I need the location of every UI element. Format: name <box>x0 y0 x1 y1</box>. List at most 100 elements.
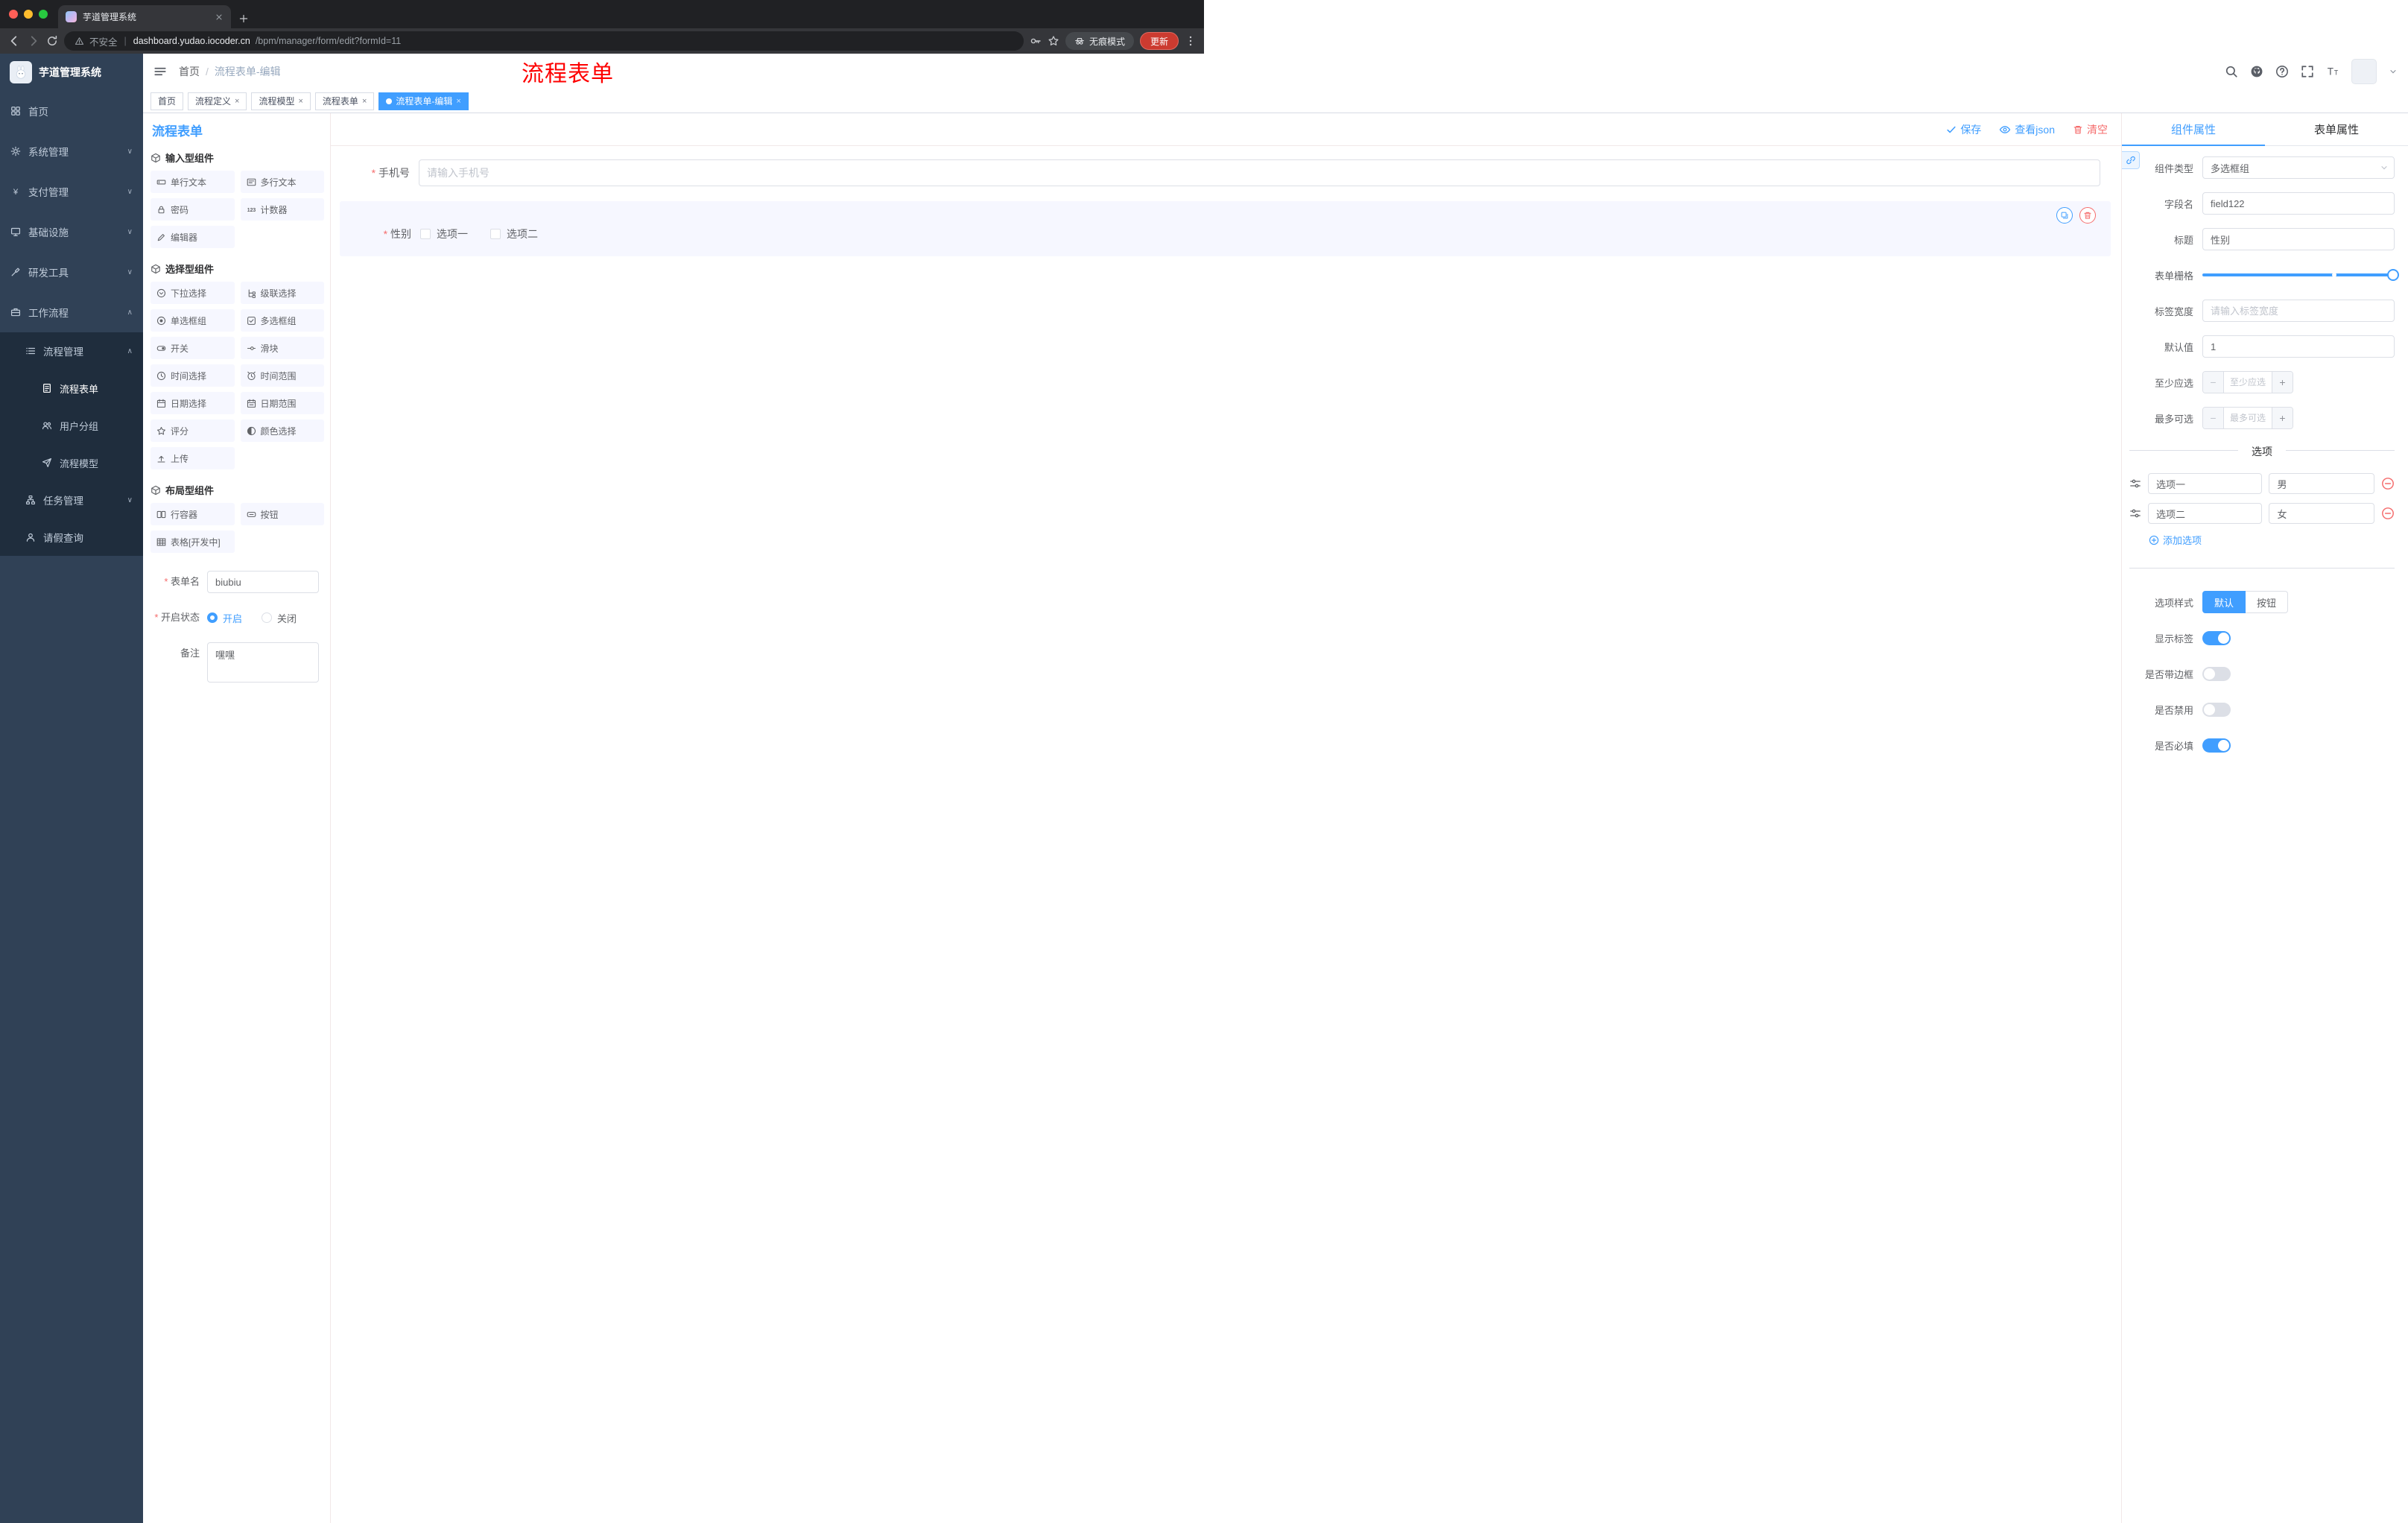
gender-checkbox-option1[interactable]: 选项一 <box>420 227 468 241</box>
sidebar-item-infrastructure[interactable]: 基础设施 ∨ <box>0 212 143 252</box>
avatar-caret-down-icon[interactable] <box>2389 67 2398 76</box>
tab-component-properties[interactable]: 组件属性 <box>2122 113 2265 146</box>
minimize-window-button[interactable] <box>24 10 33 19</box>
tag-close-icon[interactable]: × <box>235 97 239 106</box>
status-radio-on[interactable]: 开启 <box>207 611 242 625</box>
new-tab-button[interactable] <box>238 13 249 24</box>
palette-item-radio-group[interactable]: 单选框组 <box>150 309 235 332</box>
option-label-input[interactable] <box>2148 503 2263 524</box>
palette-item-password[interactable]: 密码 <box>150 198 235 221</box>
tab-process-model[interactable]: 流程模型 × <box>251 92 311 110</box>
form-canvas[interactable]: 手机号 性别 选项一 选项二 <box>331 146 2121 1523</box>
palette-item-counter[interactable]: 计数器 <box>240 198 324 221</box>
tag-close-icon[interactable]: × <box>298 97 302 106</box>
required-switch[interactable] <box>2202 738 2231 753</box>
sidebar-item-user-group[interactable]: 用户分组 <box>0 407 143 444</box>
add-option-button[interactable]: 添加选项 <box>2149 533 2395 547</box>
palette-item-button[interactable]: 按钮 <box>240 503 324 525</box>
tab-process-form[interactable]: 流程表单 × <box>314 92 375 110</box>
palette-item-select-dropdown[interactable]: 下拉选择 <box>150 282 235 304</box>
back-button[interactable] <box>7 34 21 48</box>
canvas-field-phone[interactable]: 手机号 <box>340 156 2111 189</box>
palette-item-rate[interactable]: 评分 <box>150 419 235 442</box>
disabled-switch[interactable] <box>2202 703 2231 717</box>
palette-item-editor[interactable]: 编辑器 <box>150 226 235 248</box>
form-name-input[interactable] <box>207 571 319 593</box>
gender-checkbox-option2[interactable]: 选项二 <box>490 227 538 241</box>
style-default-button[interactable]: 默认 <box>2202 591 2246 613</box>
palette-item-switch[interactable]: 开关 <box>150 337 235 359</box>
component-type-select[interactable] <box>2202 156 2395 179</box>
palette-item-date-picker[interactable]: 日期选择 <box>150 392 235 414</box>
palette-item-time-picker[interactable]: 时间选择 <box>150 364 235 387</box>
palette-item-table[interactable]: 表格[开发中] <box>150 531 235 553</box>
palette-item-upload[interactable]: 上传 <box>150 447 235 469</box>
palette-item-date-range[interactable]: 日期范围 <box>240 392 324 414</box>
fullscreen-icon[interactable] <box>2301 65 2314 78</box>
tag-close-icon[interactable]: × <box>456 97 460 106</box>
clear-button[interactable]: 清空 <box>2073 122 2108 137</box>
increase-button[interactable]: + <box>2272 408 2293 428</box>
phone-input[interactable] <box>419 159 2100 186</box>
user-avatar[interactable] <box>2351 59 2377 84</box>
palette-item-row-container[interactable]: 行容器 <box>150 503 235 525</box>
option-value-input[interactable] <box>2269 503 2374 524</box>
update-button[interactable]: 更新 <box>1139 32 1179 50</box>
style-button-button[interactable]: 按钮 <box>2246 591 2289 613</box>
increase-button[interactable]: + <box>2272 372 2293 393</box>
remark-textarea[interactable]: 嘿嘿 <box>207 642 319 683</box>
status-radio-off[interactable]: 关闭 <box>262 611 297 625</box>
drag-handle-icon[interactable] <box>2129 478 2141 490</box>
tab-process-form-edit[interactable]: 流程表单-编辑 × <box>378 92 469 110</box>
component-type-value[interactable] <box>2202 156 2395 179</box>
sidebar-item-process-form[interactable]: 流程表单 <box>0 370 143 407</box>
tab-process-definition[interactable]: 流程定义 × <box>188 92 247 110</box>
sidebar-item-payment-management[interactable]: 支付管理 ∨ <box>0 171 143 212</box>
field-name-input[interactable] <box>2202 192 2395 215</box>
browser-tab[interactable]: 芋道管理系统 <box>58 5 231 28</box>
bookmark-star-icon[interactable] <box>1048 35 1059 47</box>
sidebar-item-task-management[interactable]: 任务管理 ∨ <box>0 481 143 519</box>
palette-item-time-range[interactable]: 时间范围 <box>240 364 324 387</box>
tab-close-icon[interactable] <box>215 13 224 22</box>
sidebar-item-process-management[interactable]: 流程管理 ∧ <box>0 332 143 370</box>
hamburger-menu-icon[interactable] <box>153 65 167 78</box>
key-icon[interactable] <box>1030 35 1042 47</box>
form-grid-slider[interactable] <box>2202 269 2399 281</box>
palette-item-single-line-text[interactable]: 单行文本 <box>150 171 235 193</box>
palette-item-slider[interactable]: 滑块 <box>240 337 324 359</box>
sidebar-item-process-model[interactable]: 流程模型 <box>0 444 143 481</box>
drag-handle-icon[interactable] <box>2129 507 2141 519</box>
sidebar-item-home[interactable]: 首页 <box>0 91 143 131</box>
max-select-input[interactable] <box>2224 408 2272 428</box>
option-value-input[interactable] <box>2269 473 2374 494</box>
label-width-input[interactable] <box>2202 300 2395 322</box>
title-input[interactable] <box>2202 228 2395 250</box>
sidebar-item-system-management[interactable]: 系统管理 ∨ <box>0 131 143 171</box>
sidebar-item-leave-query[interactable]: 请假查询 <box>0 519 143 556</box>
remove-option-button[interactable] <box>2381 507 2395 520</box>
reload-button[interactable] <box>46 35 58 47</box>
delete-component-button[interactable] <box>2079 207 2096 224</box>
min-select-input[interactable] <box>2224 372 2272 393</box>
option-label-input[interactable] <box>2148 473 2263 494</box>
github-icon[interactable] <box>2250 65 2263 78</box>
slider-handle[interactable] <box>2387 269 2399 281</box>
show-label-switch[interactable] <box>2202 631 2231 645</box>
address-bar[interactable]: 不安全 | dashboard.yudao.iocoder.cn/bpm/man… <box>64 31 1024 51</box>
palette-item-multiline-text[interactable]: 多行文本 <box>240 171 324 193</box>
border-switch[interactable] <box>2202 667 2231 681</box>
doc-link-button[interactable] <box>2122 151 2140 169</box>
browser-menu-button[interactable] <box>1185 35 1197 47</box>
remove-option-button[interactable] <box>2381 477 2395 490</box>
canvas-field-gender-selected[interactable]: 性别 选项一 选项二 <box>340 201 2111 256</box>
sidebar-item-workflow[interactable]: 工作流程 ∧ <box>0 292 143 332</box>
tab-form-properties[interactable]: 表单属性 <box>2265 113 2408 145</box>
decrease-button[interactable]: − <box>2203 372 2224 393</box>
sidebar-item-dev-tools[interactable]: 研发工具 ∨ <box>0 252 143 292</box>
palette-item-color-picker[interactable]: 颜色选择 <box>240 419 324 442</box>
help-icon[interactable] <box>2275 65 2289 78</box>
close-window-button[interactable] <box>9 10 18 19</box>
tab-home[interactable]: 首页 <box>150 92 184 110</box>
palette-item-cascader[interactable]: 级联选择 <box>240 282 324 304</box>
